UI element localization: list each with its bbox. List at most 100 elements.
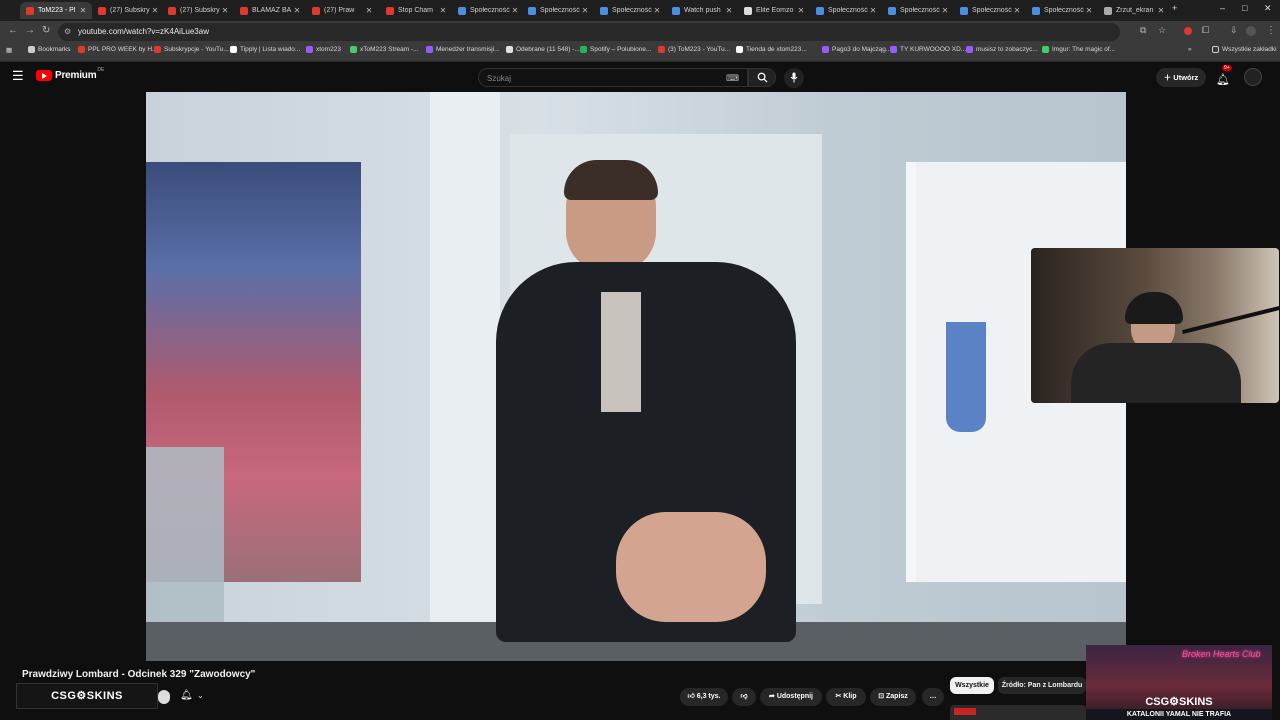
share-button[interactable]: ➦ Udostępnij <box>760 688 822 706</box>
tab[interactable]: Społeczność ✕ <box>810 2 882 19</box>
search-input[interactable]: Szukaj ⌨ <box>478 68 748 87</box>
new-tab-button[interactable]: + <box>1172 3 1177 13</box>
bookmark-favicon-icon <box>966 46 973 53</box>
keyboard-icon[interactable]: ⌨ <box>726 69 739 88</box>
thumbs-up-icon: 👍︎ <box>687 693 697 700</box>
notifications-button[interactable]: 🔔︎ 9+ <box>1216 65 1232 88</box>
chip-source-label: Źródło: Pan z Lombardu <box>1001 682 1083 689</box>
bookmark-item[interactable]: Menedżer transmisji... <box>426 46 500 53</box>
tab[interactable]: Społeczność ✕ <box>954 2 1026 19</box>
reload-icon[interactable]: ↻ <box>42 25 50 36</box>
profile-avatar[interactable] <box>1246 26 1256 36</box>
save-button[interactable]: ⊡ Zapisz <box>870 688 916 706</box>
forward-icon[interactable]: → <box>25 25 35 36</box>
subscribe-button-fragment[interactable] <box>158 690 170 704</box>
tab-close-icon[interactable]: ✕ <box>796 6 806 15</box>
tab[interactable]: (27) Subskryp ✕ <box>92 2 164 19</box>
chip-all-label: Wszystkie <box>955 682 989 689</box>
tab-close-icon[interactable]: ✕ <box>292 6 302 15</box>
tab[interactable]: Społeczność ✕ <box>594 2 666 19</box>
tab-label: Społeczność <box>470 7 510 14</box>
minimize-icon[interactable]: – <box>1220 3 1225 13</box>
tab-close-icon[interactable]: ✕ <box>220 6 230 15</box>
tab-close-icon[interactable]: ✕ <box>78 6 88 15</box>
bell-subscription-icon[interactable]: 🔔︎ <box>180 690 193 701</box>
star-icon[interactable]: ☆ <box>1158 25 1166 36</box>
like-button[interactable]: 👍︎ 6,3 tys. <box>680 688 728 706</box>
tab-label: (27) Subskryp <box>180 7 220 14</box>
download-icon[interactable]: ⇩ <box>1230 25 1238 36</box>
tab-close-icon[interactable]: ✕ <box>724 6 734 15</box>
bookmark-label: Tienda de xtom223... <box>746 46 807 53</box>
bookmark-label: Menedżer transmisji... <box>436 46 500 53</box>
create-button[interactable]: ＋ Utwórz <box>1156 68 1206 87</box>
youtube-logo[interactable]: Premium DE <box>36 67 104 81</box>
close-window-icon[interactable]: ✕ <box>1264 3 1272 14</box>
bookmark-item[interactable]: xToM223 Stream -... <box>350 46 419 53</box>
tab-close-icon[interactable]: ✕ <box>150 6 160 15</box>
more-actions-button[interactable]: … <box>922 688 944 706</box>
tab[interactable]: Elite Eomzo ✕ <box>738 2 810 19</box>
voice-search-button[interactable] <box>784 68 804 88</box>
bookmark-item[interactable]: Subskrypcje - YouTu... <box>154 46 229 53</box>
tab[interactable]: Zrzut_ekran ✕ <box>1098 2 1170 19</box>
bookmark-item[interactable]: PPL PRO WEEK by H... <box>78 46 157 53</box>
chip-source[interactable]: Źródło: Pan z Lombardu <box>998 677 1086 694</box>
tab[interactable]: Społeczność ✕ <box>452 2 524 19</box>
extension-icon[interactable] <box>1184 27 1192 35</box>
tab-close-icon[interactable]: ✕ <box>868 6 878 15</box>
bookmark-item[interactable]: Imgur: The magic of... <box>1042 46 1115 53</box>
tab-close-icon[interactable]: ✕ <box>1156 6 1166 15</box>
bookmark-item[interactable]: Odebrane (11 548) -... <box>506 46 580 53</box>
tab[interactable]: BLAMAŻ BA ✕ <box>234 2 306 19</box>
dislike-button[interactable]: 👎︎ <box>732 688 756 706</box>
chip-all[interactable]: Wszystkie <box>950 677 994 694</box>
tab[interactable]: Watch push ✕ <box>666 2 738 19</box>
tab[interactable]: Społeczność ✕ <box>1026 2 1098 19</box>
extensions-icon[interactable]: ⧠ <box>1202 25 1209 36</box>
hamburger-menu-icon[interactable]: ☰ <box>12 68 24 84</box>
bookmark-item[interactable]: Tipply | Lista wiado... <box>230 46 300 53</box>
tab[interactable]: Społeczność ✕ <box>882 2 954 19</box>
search-placeholder: Szukaj <box>487 74 512 83</box>
tab-close-icon[interactable]: ✕ <box>1012 6 1022 15</box>
tab-close-icon[interactable]: ✕ <box>438 6 448 15</box>
bookmark-item[interactable]: TY KURWOOOO XD... <box>890 46 966 53</box>
all-bookmarks-link[interactable]: Wszystkie zakładki <box>1212 46 1277 53</box>
tab[interactable]: ToM223 - Pl ✕ <box>20 2 92 19</box>
bookmark-item[interactable]: (3) ToM223 - YouTu... <box>658 46 730 53</box>
chevron-down-icon[interactable]: ⌄ <box>197 691 204 700</box>
tab-close-icon[interactable]: ✕ <box>940 6 950 15</box>
tab-close-icon[interactable]: ✕ <box>652 6 662 15</box>
bookmark-item[interactable]: musisz to zobaczyc... <box>966 46 1038 53</box>
person-hands <box>616 512 766 622</box>
tab[interactable]: Stop Cham ✕ <box>380 2 452 19</box>
tab-close-icon[interactable]: ✕ <box>364 6 374 15</box>
tab-close-icon[interactable]: ✕ <box>1084 6 1094 15</box>
bookmark-item[interactable]: Tienda de xtom223... <box>736 46 807 53</box>
bookmark-label: musisz to zobaczyc... <box>976 46 1038 53</box>
more-bookmarks-icon[interactable]: » <box>1188 46 1192 53</box>
install-icon[interactable]: ⧉ <box>1140 25 1146 36</box>
recommended-thumbnail[interactable] <box>950 705 1086 720</box>
tab-close-icon[interactable]: ✕ <box>510 6 520 15</box>
bookmark-item[interactable]: Bookmarks <box>28 46 71 53</box>
clip-button[interactable]: ✂ Klip <box>826 688 866 706</box>
tab-close-icon[interactable]: ✕ <box>580 6 590 15</box>
tab[interactable]: (27) Praw ✕ <box>306 2 378 19</box>
kebab-menu-icon[interactable]: ⋮ <box>1266 25 1276 36</box>
bookmark-item[interactable]: Spotify – Polubione... <box>580 46 651 53</box>
bookmark-item[interactable]: xtom223 <box>306 46 341 53</box>
tab[interactable]: (27) Subskryp ✕ <box>162 2 234 19</box>
account-avatar[interactable] <box>1244 68 1262 86</box>
apps-icon[interactable]: ▦ <box>6 46 12 54</box>
search-button[interactable] <box>748 68 776 87</box>
bookmark-item[interactable]: Pago3 do Majcząg... <box>822 46 891 53</box>
tab[interactable]: Społeczność ✕ <box>522 2 594 19</box>
site-info-icon[interactable]: ⚙ <box>64 23 71 41</box>
back-icon[interactable]: ← <box>8 25 18 36</box>
address-bar-row: ← → ↻ ⚙ youtube.com/watch?v=zK4AiLue3aw … <box>0 21 1280 43</box>
maximize-icon[interactable]: □ <box>1242 3 1247 13</box>
video-player[interactable] <box>146 92 1126 661</box>
url-field[interactable]: ⚙ youtube.com/watch?v=zK4AiLue3aw <box>58 23 1120 41</box>
